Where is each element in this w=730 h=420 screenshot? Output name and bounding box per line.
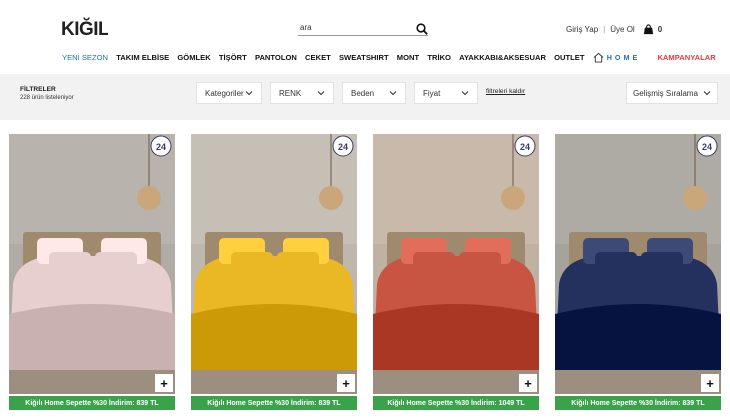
nav-item-shoes-accessories[interactable]: AYAKKABI&AKSESUAR xyxy=(459,53,546,62)
size-dropdown-label: Beden xyxy=(351,88,375,98)
search-icon[interactable] xyxy=(416,22,428,35)
product-image[interactable]: 24 xyxy=(373,134,539,394)
sort-dropdown[interactable]: Gelişmiş Sıralama xyxy=(626,82,718,104)
filter-bar: FİLTRELER 228 ürün listeleniyor Kategori… xyxy=(0,74,730,120)
sort-dropdown-label: Gelişmiş Sıralama xyxy=(633,88,698,98)
product-image[interactable]: 24 xyxy=(555,134,721,394)
search-input[interactable] xyxy=(298,23,406,32)
user-links: Giriş Yap | Üye Ol 0 xyxy=(566,24,662,35)
chevron-down-icon xyxy=(245,91,253,96)
svg-text:24: 24 xyxy=(338,142,348,152)
color-dropdown-label: RENK xyxy=(279,88,302,98)
chevron-down-icon xyxy=(461,91,469,96)
cart-button[interactable]: 0 xyxy=(643,24,662,35)
svg-text:KIĞILI: KIĞILI xyxy=(61,18,108,40)
nav-item-home[interactable]: HOME xyxy=(593,52,649,63)
promo-label: Kiğılı Home Sepette %30 İndirim: 839 TL xyxy=(9,396,175,410)
price-dropdown-label: Fiyat xyxy=(423,88,441,98)
product-count: 228 ürün listeleniyor xyxy=(20,95,74,101)
chevron-down-icon xyxy=(703,91,711,96)
login-link[interactable]: Giriş Yap xyxy=(566,25,598,34)
color-dropdown[interactable]: RENK xyxy=(270,82,334,104)
nav-item-new-season[interactable]: YENİ SEZON xyxy=(62,53,108,62)
search-bar xyxy=(298,20,428,36)
product-image[interactable]: 24 xyxy=(191,134,357,394)
price-dropdown[interactable]: Fiyat xyxy=(414,82,478,104)
svg-text:24: 24 xyxy=(702,142,712,152)
brand-logo[interactable]: KIĞILI xyxy=(60,11,115,45)
main-nav: YENİ SEZON TAKIM ELBİSE GÖMLEK TİŞÖRT PA… xyxy=(62,52,724,63)
promo-label: Kiğılı Home Sepette %30 İndirim: 839 TL xyxy=(191,396,357,410)
nav-item-tshirts[interactable]: TİŞÖRT xyxy=(219,53,247,62)
shopping-bag-icon xyxy=(643,24,653,35)
category-dropdown[interactable]: Kategoriler xyxy=(196,82,262,104)
nav-item-knitwear[interactable]: TRİKO xyxy=(427,53,451,62)
size-dropdown[interactable]: Beden xyxy=(342,82,406,104)
product-card[interactable]: 24 + Kiğılı Home Sepette %30 İndirim: 10… xyxy=(373,134,539,414)
category-dropdown-label: Kategoriler xyxy=(205,88,244,98)
clear-filters-link[interactable]: filtreleri kaldır xyxy=(486,88,525,95)
filter-title: FİLTRELER xyxy=(20,86,56,93)
product-image[interactable]: 24 xyxy=(9,134,175,394)
chevron-down-icon xyxy=(317,91,325,96)
house-icon xyxy=(593,52,604,63)
nav-item-shirts[interactable]: GÖMLEK xyxy=(177,53,210,62)
promo-label: Kiğılı Home Sepette %30 İndirim: 1049 TL xyxy=(373,396,539,410)
nav-item-outlet[interactable]: OUTLET xyxy=(554,53,584,62)
nav-item-trousers[interactable]: PANTOLON xyxy=(255,53,297,62)
nav-item-sweatshirts[interactable]: SWEATSHIRT xyxy=(339,53,389,62)
plus-icon[interactable]: + xyxy=(701,374,719,392)
nav-item-suits[interactable]: TAKIM ELBİSE xyxy=(116,53,169,62)
cart-count: 0 xyxy=(657,25,663,34)
register-link[interactable]: Üye Ol xyxy=(610,25,634,34)
home-label: HOME xyxy=(606,53,641,62)
svg-text:24: 24 xyxy=(520,142,530,152)
nav-item-jackets[interactable]: CEKET xyxy=(305,53,331,62)
product-card[interactable]: 24 + Kiğılı Home Sepette %30 İndirim: 83… xyxy=(191,134,357,414)
divider: | xyxy=(603,25,606,34)
plus-icon[interactable]: + xyxy=(519,374,537,392)
svg-text:24: 24 xyxy=(156,142,166,152)
plus-icon[interactable]: + xyxy=(155,374,173,392)
plus-icon[interactable]: + xyxy=(337,374,355,392)
product-card[interactable]: 24 + Kiğılı Home Sepette %30 İndirim: 83… xyxy=(9,134,175,414)
nav-item-campaigns[interactable]: KAMPANYALAR xyxy=(657,53,715,62)
brand-logo-mark: KIĞILI xyxy=(61,18,115,40)
nav-item-coats[interactable]: MONT xyxy=(397,53,419,62)
chevron-down-icon xyxy=(389,91,397,96)
promo-label: Kiğılı Home Sepette %30 İndirim: 839 TL xyxy=(555,396,721,410)
product-card[interactable]: 24 + Kiğılı Home Sepette %30 İndirim: 83… xyxy=(555,134,721,414)
